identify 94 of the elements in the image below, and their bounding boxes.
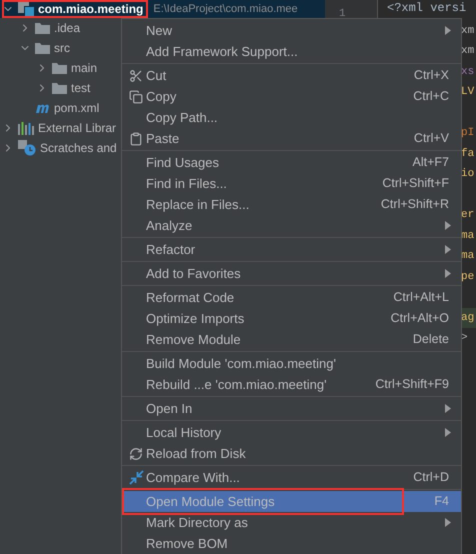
menu-item[interactable]: Local History bbox=[122, 422, 461, 443]
menu-item[interactable]: Cut Ctrl+X bbox=[122, 65, 461, 86]
copy-icon bbox=[129, 90, 143, 104]
shortcut-label: F4 bbox=[434, 493, 449, 510]
menu-item[interactable]: Add Framework Support... bbox=[122, 41, 461, 62]
code-line: ag bbox=[461, 310, 474, 326]
shortcut-label: Ctrl+Alt+L bbox=[393, 289, 449, 306]
menu-item-label: Open Module Settings bbox=[146, 492, 276, 511]
maven-icon bbox=[35, 102, 50, 114]
tree-item-label[interactable]: main bbox=[71, 59, 98, 77]
menu-item-label: New bbox=[146, 22, 174, 40]
menu-item[interactable]: Reformat Code Ctrl+Alt+L bbox=[122, 287, 461, 308]
menu-item[interactable]: Build Module 'com.miao.meeting' bbox=[122, 353, 461, 374]
tree-item-label[interactable]: External Librar bbox=[38, 119, 116, 137]
menu-item-label: Refactor bbox=[146, 240, 196, 259]
menu-item-label: Build Module 'com.miao.meeting' bbox=[146, 354, 337, 373]
code-line: fa bbox=[461, 146, 474, 162]
reload-icon bbox=[129, 446, 143, 460]
menu-item[interactable]: Remove BOM bbox=[122, 533, 461, 554]
menu-item-label: Rebuild ...e 'com.miao.meeting' bbox=[146, 376, 328, 394]
menu-item[interactable]: Paste Ctrl+V bbox=[122, 128, 461, 149]
code-line: pI bbox=[461, 126, 474, 141]
shortcut-label: Ctrl+Shift+F9 bbox=[375, 376, 449, 394]
compare-arrows-icon bbox=[128, 470, 144, 485]
code-line: xs bbox=[461, 64, 474, 80]
folder-icon bbox=[52, 62, 67, 74]
shortcut-label: Ctrl+C bbox=[413, 88, 449, 106]
menu-item[interactable]: Analyze bbox=[122, 215, 461, 236]
menu-item[interactable]: Refactor bbox=[122, 239, 461, 260]
tree-root-label: com.miao.meeting bbox=[38, 1, 144, 18]
menu-item-label: Local History bbox=[146, 424, 222, 442]
shortcut-label: Ctrl+Shift+R bbox=[380, 196, 449, 214]
menu-item[interactable]: Find Usages Alt+F7 bbox=[122, 152, 461, 173]
menu-item-label: Reformat Code bbox=[146, 288, 236, 307]
shortcut-label: Ctrl+Alt+O bbox=[390, 310, 449, 328]
tree-item-label[interactable]: test bbox=[71, 79, 90, 97]
shortcut-label: Ctrl+Shift+F bbox=[382, 175, 449, 192]
menu-item[interactable]: Optimize Imports Ctrl+Alt+O bbox=[122, 308, 461, 329]
menu-item[interactable]: Find in Files... Ctrl+Shift+F bbox=[122, 173, 461, 194]
code-line: er bbox=[461, 208, 474, 223]
code-line: io bbox=[461, 167, 474, 182]
menu-item-label: Cut bbox=[146, 66, 168, 85]
menu-item[interactable]: Rebuild ...e 'com.miao.meeting' Ctrl+Shift+F9 bbox=[122, 374, 461, 395]
folder-icon bbox=[52, 82, 67, 94]
menu-item[interactable]: Remove Module Delete bbox=[122, 329, 461, 350]
menu-item[interactable]: Compare With... Ctrl+D bbox=[122, 467, 461, 488]
code-line: xm bbox=[461, 24, 474, 38]
menu-item-label: Remove Module bbox=[146, 330, 242, 349]
menu-item[interactable]: Replace in Files... Ctrl+Shift+R bbox=[122, 194, 461, 215]
menu-item-label: Copy Path... bbox=[146, 108, 219, 127]
menu-item[interactable]: Copy Ctrl+C bbox=[122, 86, 461, 107]
code-line: pe bbox=[461, 270, 474, 284]
clipboard-icon bbox=[129, 132, 143, 146]
folder-icon bbox=[35, 22, 50, 34]
menu-item-label: Add Framework Support... bbox=[146, 42, 299, 61]
code-line: LV bbox=[461, 85, 474, 100]
menu-item-label: Analyze bbox=[146, 216, 194, 235]
tree-root-path: E:\IdeaProject\com.miao.mee bbox=[153, 2, 298, 17]
shortcut-label: Ctrl+D bbox=[413, 469, 449, 486]
menu-item-label: Reload from Disk bbox=[146, 444, 247, 463]
menu-item-label: Find in Files... bbox=[146, 174, 228, 193]
menu-item[interactable]: New bbox=[122, 20, 461, 41]
menu-item[interactable]: Copy Path... bbox=[122, 107, 461, 128]
tree-item-label[interactable]: src bbox=[54, 39, 70, 57]
code-line: xm bbox=[461, 44, 474, 59]
menu-item-label: Mark Directory as bbox=[146, 514, 249, 532]
menu-item[interactable]: Reload from Disk bbox=[122, 443, 461, 464]
menu-item-label: Optimize Imports bbox=[146, 310, 246, 328]
shortcut-label: Alt+F7 bbox=[412, 154, 449, 172]
shortcut-label: Ctrl+V bbox=[414, 130, 449, 148]
menu-item[interactable]: Mark Directory as bbox=[122, 512, 461, 533]
menu-item-label: Copy bbox=[146, 88, 178, 106]
module-icon bbox=[18, 2, 34, 16]
tree-root-row[interactable]: com.miao.meeting E:\IdeaProject\com.miao.mee bbox=[0, 0, 325, 18]
menu-item[interactable]: Add to Favorites bbox=[122, 263, 461, 284]
menu-item-label: Replace in Files... bbox=[146, 196, 250, 214]
menu-item-label: Open In bbox=[146, 400, 194, 418]
menu-item-label: Compare With... bbox=[146, 468, 241, 487]
scratch-file-icon bbox=[18, 140, 36, 156]
tree-item-label[interactable]: pom.xml bbox=[54, 99, 100, 117]
shortcut-label: Delete bbox=[412, 331, 449, 348]
code-line: <?xml versi bbox=[387, 1, 466, 15]
menu-item[interactable]: Open In bbox=[122, 398, 461, 419]
shortcut-label: Ctrl+X bbox=[414, 67, 449, 84]
tree-item-label[interactable]: Scratches and bbox=[40, 139, 117, 157]
menu-item-label: Remove BOM bbox=[146, 534, 229, 553]
menu-item-label: Paste bbox=[146, 130, 180, 148]
library-icon bbox=[18, 122, 34, 134]
scissors-icon bbox=[129, 68, 143, 82]
tree-item-label[interactable]: .idea bbox=[54, 19, 80, 37]
menu-item-label: Add to Favorites bbox=[146, 264, 242, 283]
line-number: 1 bbox=[339, 8, 346, 20]
folder-icon bbox=[35, 42, 50, 54]
menu-item-label: Find Usages bbox=[146, 154, 220, 172]
